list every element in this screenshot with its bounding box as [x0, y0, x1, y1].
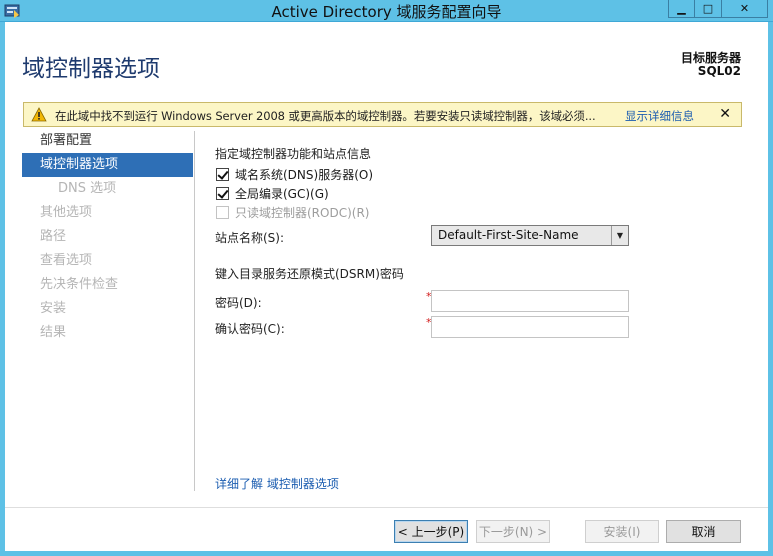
target-server-name: SQL02 [697, 64, 741, 78]
nav-item-prerequisites: 先决条件检查 [40, 277, 119, 292]
confirm-password-input[interactable] [431, 316, 629, 338]
warning-bar: 在此域中找不到运行 Windows Server 2008 或更高版本的域控制器… [23, 102, 742, 127]
dns-server-option[interactable]: 域名系统(DNS)服务器(O) [216, 165, 373, 183]
footer-divider [5, 507, 768, 508]
learn-more-link[interactable]: 详细了解 域控制器选项 [215, 475, 339, 492]
dsrm-password-heading: 键入目录服务还原模式(DSRM)密码 [215, 267, 404, 281]
global-catalog-option[interactable]: 全局编录(GC)(G) [216, 184, 329, 202]
window-frame-bottom [0, 551, 773, 556]
global-catalog-label: 全局编录(GC)(G) [235, 186, 329, 201]
nav-item-installation: 安装 [40, 301, 67, 316]
window-controls: ▁ □ ✕ [668, 0, 768, 18]
dc-capabilities-heading: 指定域控制器功能和站点信息 [215, 147, 372, 161]
install-button: 安装(I) [585, 520, 659, 543]
password-label: 密码(D): [215, 296, 262, 310]
nav-item-results: 结果 [40, 325, 67, 340]
site-name-value: Default-First-Site-Name [438, 228, 579, 242]
warning-icon [31, 107, 47, 122]
close-button[interactable]: ✕ [722, 0, 768, 18]
previous-button[interactable]: < 上一步(P) [394, 520, 468, 543]
dns-server-label: 域名系统(DNS)服务器(O) [235, 167, 374, 182]
nav-divider [194, 131, 195, 491]
window-frame-left [0, 22, 5, 556]
maximize-button[interactable]: □ [695, 0, 722, 18]
minimize-button[interactable]: ▁ [668, 0, 695, 18]
window-frame-right [768, 22, 773, 556]
rodc-checkbox [216, 205, 229, 219]
nav-item-dns-options: DNS 选项 [58, 181, 117, 196]
warning-close-icon[interactable]: ✕ [719, 106, 731, 122]
rodc-option: 只读域控制器(RODC)(R) [216, 203, 369, 221]
chevron-down-icon: ▼ [611, 226, 628, 245]
nav-item-additional-options: 其他选项 [40, 205, 93, 220]
next-button: 下一步(N) > [476, 520, 550, 543]
nav-item-review-options: 查看选项 [40, 253, 93, 268]
warning-text: 在此域中找不到运行 Windows Server 2008 或更高版本的域控制器… [55, 109, 596, 123]
nav-item-dc-options[interactable]: 域控制器选项 [22, 153, 193, 177]
wizard-navigation: 部署配置 域控制器选项 DNS 选项 其他选项 路径 查看选项 先决条件检查 安… [22, 129, 193, 345]
site-name-dropdown[interactable]: Default-First-Site-Name ▼ [431, 225, 629, 246]
cancel-button[interactable]: 取消 [666, 520, 741, 543]
page-title: 域控制器选项 [22, 56, 160, 82]
window-title: Active Directory 域服务配置向导 [271, 3, 502, 21]
show-details-link[interactable]: 显示详细信息 [625, 108, 694, 124]
title-bar: Active Directory 域服务配置向导 ▁ □ ✕ [0, 0, 773, 22]
confirm-password-label: 确认密码(C): [215, 322, 285, 336]
password-input[interactable] [431, 290, 629, 312]
dns-server-checkbox[interactable] [216, 167, 229, 181]
nav-item-deployment-config[interactable]: 部署配置 [22, 129, 193, 153]
nav-item-paths: 路径 [40, 229, 67, 244]
site-name-label: 站点名称(S): [215, 231, 285, 245]
global-catalog-checkbox[interactable] [216, 186, 229, 200]
rodc-label: 只读域控制器(RODC)(R) [235, 205, 370, 220]
